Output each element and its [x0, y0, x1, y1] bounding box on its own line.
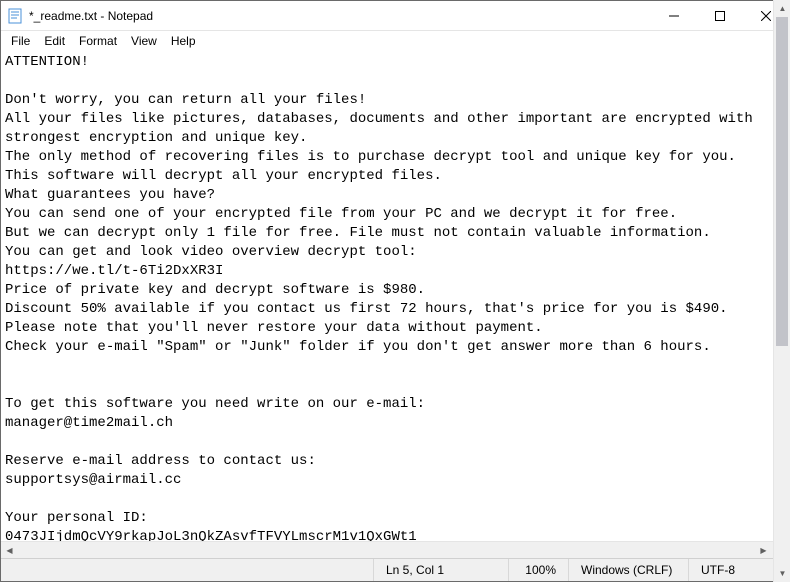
scroll-thumb[interactable] — [776, 51, 788, 346]
notepad-icon — [7, 8, 23, 24]
horizontal-scrollbar[interactable]: ◀ ▶ — [1, 541, 789, 558]
status-line-ending: Windows (CRLF) — [569, 559, 689, 581]
status-zoom: 100% — [509, 559, 569, 581]
scroll-left-arrow-icon[interactable]: ◀ — [1, 542, 18, 558]
scroll-track-h[interactable] — [18, 542, 755, 558]
scroll-right-arrow-icon[interactable]: ▶ — [755, 542, 772, 558]
maximize-button[interactable] — [697, 1, 743, 30]
status-spacer — [1, 559, 374, 581]
window-title: *_readme.txt - Notepad — [29, 9, 651, 23]
menu-help[interactable]: Help — [165, 33, 202, 49]
window-controls — [651, 1, 789, 30]
text-editor[interactable]: ATTENTION! Don't worry, you can return a… — [1, 51, 789, 541]
menu-format[interactable]: Format — [73, 33, 123, 49]
minimize-button[interactable] — [651, 1, 697, 30]
menu-edit[interactable]: Edit — [38, 33, 71, 49]
scroll-track-v[interactable] — [774, 51, 789, 558]
menu-view[interactable]: View — [125, 33, 163, 49]
menu-file[interactable]: File — [5, 33, 36, 49]
titlebar: *_readme.txt - Notepad — [1, 1, 789, 31]
text-column: ATTENTION! Don't worry, you can return a… — [1, 51, 789, 558]
status-position: Ln 5, Col 1 — [374, 559, 509, 581]
content-wrap: ATTENTION! Don't worry, you can return a… — [1, 51, 789, 558]
statusbar: Ln 5, Col 1 100% Windows (CRLF) UTF-8 — [1, 558, 789, 581]
vertical-scrollbar[interactable]: ▲ ▼ — [773, 51, 789, 558]
notepad-window: *_readme.txt - Notepad File Edit Format … — [0, 0, 790, 582]
menubar: File Edit Format View Help — [1, 31, 789, 51]
